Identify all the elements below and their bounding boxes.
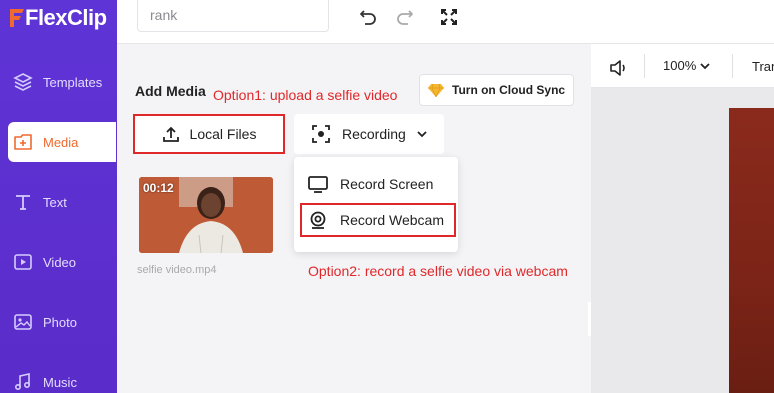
record-webcam-item[interactable]: Record Webcam — [300, 203, 456, 237]
annotation-option2: Option2: record a selfie video via webca… — [308, 263, 568, 279]
diamond-icon — [428, 83, 444, 97]
annotation-option1: Option1: upload a selfie video — [213, 87, 398, 103]
panel-title: Add Media — [135, 83, 206, 99]
text-icon — [12, 191, 34, 213]
search-input[interactable]: rank — [137, 0, 329, 32]
media-icon — [12, 131, 34, 153]
sidebar-item-label: Video — [43, 254, 77, 270]
upload-icon — [162, 126, 179, 142]
cloud-sync-button[interactable]: Turn on Cloud Sync — [419, 74, 574, 106]
sidebar-item-label: Text — [43, 194, 67, 210]
logo-f-icon — [10, 9, 24, 27]
video-icon — [12, 251, 34, 273]
redo-icon[interactable] — [394, 6, 416, 28]
media-panel: Add Media Option1: upload a selfie video… — [117, 44, 604, 393]
cloud-sync-label: Turn on Cloud Sync — [452, 83, 566, 97]
chevron-down-icon — [417, 131, 427, 138]
monitor-icon — [308, 176, 328, 193]
sidebar-item-video[interactable]: Video — [8, 242, 116, 282]
webcam-icon — [310, 211, 326, 229]
record-screen-item[interactable]: Record Screen — [294, 167, 458, 201]
top-bar: rank — [117, 0, 774, 44]
recording-dropdown: Record Screen Record Webcam — [294, 157, 458, 252]
local-files-button[interactable]: Local Files — [133, 114, 285, 154]
local-files-label: Local Files — [189, 126, 257, 142]
undo-icon[interactable] — [357, 6, 379, 28]
flexclip-logo[interactable]: FlexClip — [8, 5, 107, 30]
sidebar-item-templates[interactable]: Templates — [8, 62, 116, 102]
preview-area — [591, 88, 774, 393]
chevron-down-icon — [700, 62, 710, 69]
photo-icon — [12, 311, 34, 333]
toolbar-divider — [732, 54, 733, 78]
media-filename: selfie video.mp4 — [137, 264, 217, 276]
zoom-value: 100% — [663, 58, 697, 73]
sidebar: FlexClip Templates Media Text Video Phot… — [0, 0, 117, 393]
sidebar-item-label: Music — [43, 374, 77, 390]
recording-button[interactable]: Recording — [294, 114, 444, 154]
volume-icon[interactable] — [609, 59, 629, 80]
preview-toolbar: 100% Tran — [591, 44, 774, 88]
sidebar-item-media[interactable]: Media — [8, 122, 116, 162]
sidebar-item-text[interactable]: Text — [8, 182, 116, 222]
record-webcam-label: Record Webcam — [340, 212, 445, 228]
video-canvas[interactable] — [729, 108, 774, 393]
logo-text: FlexClip — [25, 5, 107, 30]
sidebar-item-label: Media — [43, 134, 79, 150]
media-thumbnail[interactable]: 00:12 — [139, 177, 273, 253]
fullscreen-icon[interactable] — [438, 6, 460, 28]
sidebar-item-label: Templates — [43, 74, 103, 90]
recording-label: Recording — [342, 126, 406, 142]
record-screen-label: Record Screen — [340, 176, 434, 192]
sidebar-item-photo[interactable]: Photo — [8, 302, 116, 342]
zoom-select[interactable]: 100% — [663, 58, 711, 73]
templates-icon — [12, 71, 34, 93]
toolbar-divider — [644, 54, 645, 78]
sidebar-item-music[interactable]: Music — [8, 362, 116, 393]
music-icon — [12, 371, 34, 393]
record-focus-icon — [312, 125, 330, 143]
media-duration: 00:12 — [143, 181, 174, 195]
sidebar-item-label: Photo — [43, 314, 77, 330]
transition-button[interactable]: Tran — [752, 59, 774, 74]
